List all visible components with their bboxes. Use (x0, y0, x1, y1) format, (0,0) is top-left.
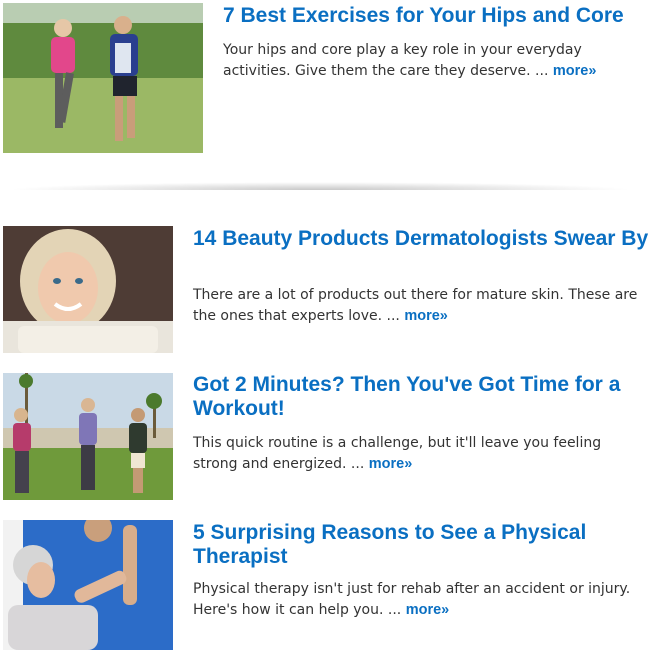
article-4-more-link[interactable]: more» (406, 602, 450, 618)
article-3-title[interactable]: Got 2 Minutes? Then You've Got Time for … (193, 373, 655, 421)
article-1-title[interactable]: 7 Best Exercises for Your Hips and Core (223, 4, 655, 28)
article-1-image[interactable] (3, 3, 203, 153)
article-4: 5 Surprising Reasons to See a Physical T… (0, 515, 655, 650)
article-2-image[interactable] (3, 226, 173, 353)
article-2-description: There are a lot of products out there fo… (193, 285, 648, 326)
article-1: 7 Best Exercises for Your Hips and Core … (0, 0, 655, 160)
article-1-more-link[interactable]: more» (553, 63, 597, 79)
article-2-more-link[interactable]: more» (404, 308, 448, 324)
article-3-more-link[interactable]: more» (369, 456, 413, 472)
article-4-image[interactable] (3, 520, 173, 650)
section-divider (10, 170, 630, 190)
article-3-description: This quick routine is a challenge, but i… (193, 433, 648, 474)
article-4-title[interactable]: 5 Surprising Reasons to See a Physical T… (193, 521, 655, 569)
article-4-description: Physical therapy isn't just for rehab af… (193, 579, 648, 620)
article-3-image[interactable] (3, 373, 173, 500)
article-2-title[interactable]: 14 Beauty Products Dermatologists Swear … (193, 227, 655, 251)
article-3: Got 2 Minutes? Then You've Got Time for … (0, 368, 655, 508)
article-1-description-text: Your hips and core play a key role in yo… (223, 42, 582, 79)
article-1-description: Your hips and core play a key role in yo… (223, 40, 648, 81)
article-2: 14 Beauty Products Dermatologists Swear … (0, 220, 655, 360)
